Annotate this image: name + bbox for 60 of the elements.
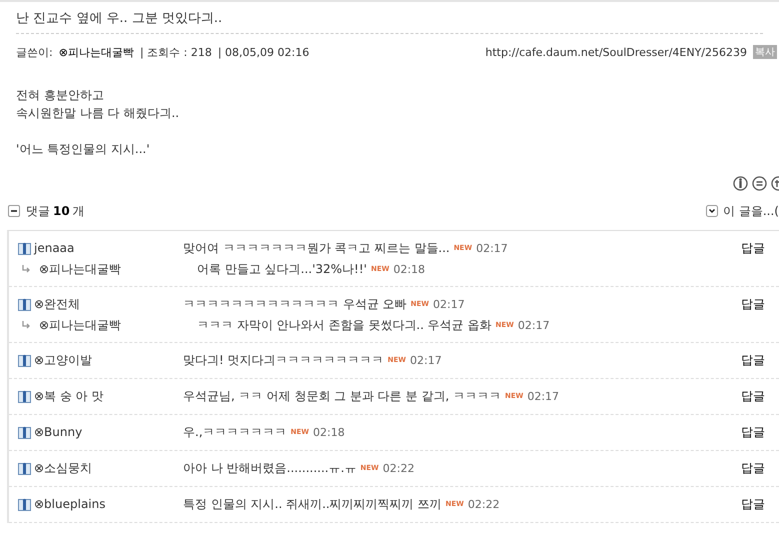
commenter-name[interactable]: ⊗Bunny bbox=[34, 425, 82, 439]
collapse-toggle[interactable] bbox=[8, 205, 20, 217]
article-menu-label[interactable]: 이 글을...( bbox=[723, 202, 779, 220]
reply-button[interactable]: 답글 bbox=[741, 296, 765, 312]
reply-button[interactable]: 답글 bbox=[741, 240, 765, 256]
commenter-name[interactable]: ⊗소심뭉치 bbox=[34, 460, 92, 476]
commenter-name[interactable]: ⊗blueplains bbox=[34, 497, 106, 511]
commenter-name[interactable]: ⊗완전체 bbox=[34, 296, 80, 312]
comment-time: 02:17 bbox=[410, 354, 442, 366]
comment-count: 10 bbox=[53, 204, 70, 218]
reply-button[interactable]: 답글 bbox=[741, 424, 765, 440]
comment-text: 맞다긔! 멋지다긔ㅋㅋㅋㅋㅋㅋㅋㅋㅋ bbox=[183, 352, 384, 368]
user-card-icon bbox=[18, 298, 31, 310]
comment-label: 댓글 bbox=[26, 202, 50, 220]
reply-button[interactable]: 답글 bbox=[741, 388, 765, 404]
commenter-name[interactable]: ⊗고양이발 bbox=[34, 352, 92, 368]
reply-button[interactable]: 답글 bbox=[741, 496, 765, 512]
commenter-name[interactable]: ⊗피나는대굴빡 bbox=[39, 260, 122, 278]
comment-text: 아아 나 반해버렸음...........ㅠ.ㅠ bbox=[183, 460, 356, 476]
comment-time: 02:17 bbox=[476, 242, 508, 254]
body-text: 속시원한말 나름 다 해줬다긔.. bbox=[16, 105, 180, 122]
user-card-icon bbox=[18, 354, 31, 366]
comment-time: 02:17 bbox=[518, 318, 550, 332]
commenter-name[interactable]: jenaaa bbox=[34, 241, 74, 255]
count-unit: 개 bbox=[72, 202, 85, 220]
post-date: | 08,05,09 02:16 bbox=[218, 46, 310, 58]
user-card-icon bbox=[18, 242, 31, 254]
commenter-name[interactable]: ⊗복 숭 아 맛 bbox=[34, 388, 104, 404]
user-card-icon bbox=[18, 498, 31, 510]
comment-text: ㅋㅋㅋ 자막이 안나와서 존함을 못썼다긔.. 우석균 옵화 bbox=[197, 316, 492, 334]
body-text: 전혀 흥분안하고 bbox=[16, 87, 105, 104]
view-count: | 조회수 : 218 bbox=[140, 44, 212, 60]
reply-arrow-icon bbox=[22, 265, 31, 273]
comment-time: 02:22 bbox=[382, 462, 414, 474]
comment-text: 특정 인물의 지시.. 쥐새끼..찌끼찌끼찍찌끼 쯔끼 bbox=[183, 496, 442, 512]
comment-text: ㅋㅋㅋㅋㅋㅋㅋㅋㅋㅋㅋㅋㅋ 우석균 오빠 bbox=[183, 296, 407, 312]
author-name[interactable]: ⊗피나는대굴빡 bbox=[58, 44, 134, 60]
comment-text: 우.,ㅋㅋㅋㅋㅋㅋㅋ bbox=[183, 424, 287, 440]
post-title: 난 진교수 옆에 우.. 그분 멋있다긔.. bbox=[16, 10, 224, 28]
comment-time: 02:17 bbox=[433, 298, 465, 310]
comment-time: 02:18 bbox=[393, 262, 426, 276]
comment-time: 02:18 bbox=[313, 426, 345, 438]
author-label: 글쓴이: bbox=[16, 44, 53, 60]
user-card-icon bbox=[18, 462, 31, 474]
dropdown-icon[interactable] bbox=[706, 205, 718, 217]
reply-button[interactable]: 답글 bbox=[741, 460, 765, 476]
comment-time: 02:17 bbox=[527, 390, 560, 402]
post-url: http://cafe.daum.net/SoulDresser/4ENY/256239 bbox=[485, 46, 747, 58]
equals-icon[interactable] bbox=[752, 176, 767, 191]
reply-button[interactable]: 답글 bbox=[741, 352, 765, 368]
body-text: '어느 특정인물의 지시...' bbox=[16, 141, 151, 158]
comment-time: 02:22 bbox=[468, 498, 500, 510]
commenter-name[interactable]: ⊗피나는대굴빡 bbox=[39, 316, 122, 334]
user-card-icon bbox=[18, 390, 31, 402]
user-card-icon bbox=[18, 426, 31, 438]
reply-arrow-icon bbox=[22, 321, 31, 329]
comment-text: 어록 만들고 싶다긔...'32%나!!' bbox=[197, 260, 367, 278]
minus-icon bbox=[10, 207, 18, 215]
comment-text: 우석균님, ㅋㅋ 어제 청문회 그 분과 다른 분 같긔, ㅋㅋㅋㅋ bbox=[183, 388, 501, 404]
comment-text: 맞어여 ㅋㅋㅋㅋㅋㅋㅋ뭔가 콕ㅋ고 찌르는 말들... bbox=[183, 240, 450, 256]
